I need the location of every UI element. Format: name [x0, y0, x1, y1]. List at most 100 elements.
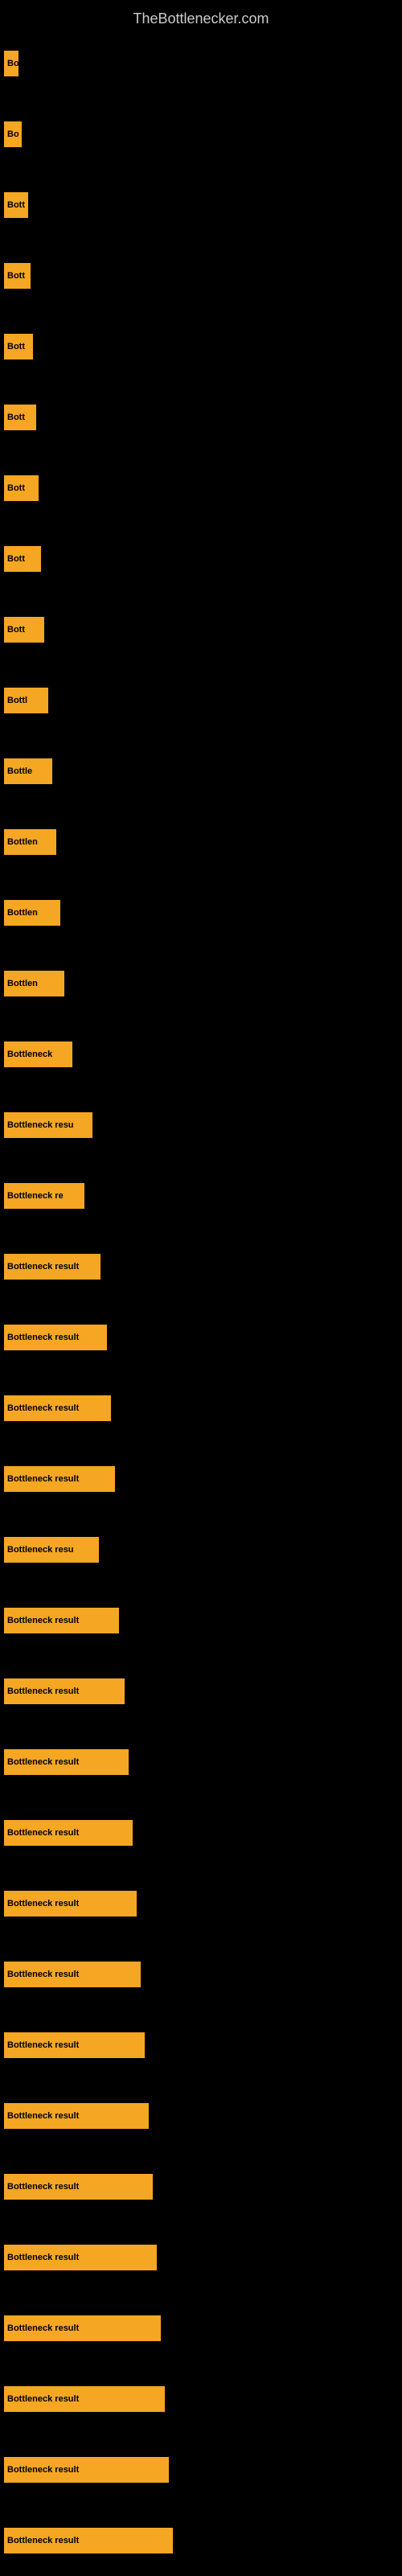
- bar-row-12: Bottlen: [0, 877, 402, 948]
- bar-label-8: Bott: [7, 625, 25, 635]
- bar-row-20: Bottleneck result: [0, 1444, 402, 1514]
- bar-label-10: Bottle: [7, 766, 32, 776]
- bar-row-29: Bottleneck result: [0, 2081, 402, 2151]
- bar-20: Bottleneck result: [4, 1466, 115, 1492]
- bar-label-0: Bo: [7, 59, 18, 68]
- bar-35: Bottleneck result: [4, 2528, 173, 2553]
- bar-18: Bottleneck result: [4, 1325, 107, 1350]
- bar-label-4: Bott: [7, 342, 25, 351]
- bar-label-18: Bottleneck result: [7, 1333, 79, 1342]
- bar-row-17: Bottleneck result: [0, 1231, 402, 1302]
- bar-label-12: Bottlen: [7, 908, 38, 918]
- bar-label-9: Bottl: [7, 696, 27, 705]
- bar-33: Bottleneck result: [4, 2386, 165, 2412]
- bar-row-35: Bottleneck result: [0, 2505, 402, 2576]
- bar-label-35: Bottleneck result: [7, 2536, 79, 2545]
- bar-19: Bottleneck result: [4, 1395, 111, 1421]
- bar-label-23: Bottleneck result: [7, 1687, 79, 1696]
- bar-label-15: Bottleneck resu: [7, 1120, 74, 1130]
- bar-27: Bottleneck result: [4, 1962, 141, 1987]
- bar-row-13: Bottlen: [0, 948, 402, 1019]
- bar-12: Bottlen: [4, 900, 60, 926]
- bar-34: Bottleneck result: [4, 2457, 169, 2483]
- bar-label-17: Bottleneck result: [7, 1262, 79, 1272]
- bar-row-0: Bo: [0, 28, 402, 99]
- bar-label-13: Bottlen: [7, 979, 38, 988]
- bar-row-2: Bott: [0, 170, 402, 240]
- bar-row-33: Bottleneck result: [0, 2364, 402, 2434]
- bar-row-11: Bottlen: [0, 807, 402, 877]
- bar-label-33: Bottleneck result: [7, 2394, 79, 2404]
- bar-label-19: Bottleneck result: [7, 1403, 79, 1413]
- bar-9: Bottl: [4, 688, 48, 713]
- bar-label-24: Bottleneck result: [7, 1757, 79, 1767]
- bar-row-9: Bottl: [0, 665, 402, 736]
- bar-row-31: Bottleneck result: [0, 2222, 402, 2293]
- bar-label-16: Bottleneck re: [7, 1191, 64, 1201]
- bar-8: Bott: [4, 617, 44, 643]
- bar-label-31: Bottleneck result: [7, 2253, 79, 2262]
- bar-14: Bottleneck: [4, 1041, 72, 1067]
- bar-row-25: Bottleneck result: [0, 1797, 402, 1868]
- bar-label-6: Bott: [7, 483, 25, 493]
- bar-row-6: Bott: [0, 453, 402, 524]
- bar-13: Bottlen: [4, 971, 64, 996]
- bar-row-5: Bott: [0, 382, 402, 453]
- bar-row-7: Bott: [0, 524, 402, 594]
- bar-11: Bottlen: [4, 829, 56, 855]
- bar-row-4: Bott: [0, 311, 402, 382]
- bar-7: Bott: [4, 546, 41, 572]
- bar-5: Bott: [4, 405, 36, 430]
- bar-row-32: Bottleneck result: [0, 2293, 402, 2364]
- bar-label-7: Bott: [7, 554, 25, 564]
- bar-row-26: Bottleneck result: [0, 1868, 402, 1939]
- bar-row-24: Bottleneck result: [0, 1727, 402, 1797]
- bar-label-22: Bottleneck result: [7, 1616, 79, 1625]
- bar-31: Bottleneck result: [4, 2245, 157, 2270]
- bar-26: Bottleneck result: [4, 1891, 137, 1917]
- bar-row-15: Bottleneck resu: [0, 1090, 402, 1161]
- bar-15: Bottleneck resu: [4, 1112, 92, 1138]
- bar-label-2: Bott: [7, 200, 25, 210]
- bar-1: Bo: [4, 121, 22, 147]
- bar-row-27: Bottleneck result: [0, 1939, 402, 2010]
- bar-label-29: Bottleneck result: [7, 2111, 79, 2121]
- bar-row-8: Bott: [0, 594, 402, 665]
- bar-32: Bottleneck result: [4, 2315, 161, 2341]
- bar-label-30: Bottleneck result: [7, 2182, 79, 2192]
- bar-row-23: Bottleneck result: [0, 1656, 402, 1727]
- bar-label-25: Bottleneck result: [7, 1828, 79, 1838]
- bar-label-20: Bottleneck result: [7, 1474, 79, 1484]
- bar-25: Bottleneck result: [4, 1820, 133, 1846]
- bar-label-1: Bo: [7, 129, 19, 139]
- bar-21: Bottleneck resu: [4, 1537, 99, 1563]
- bar-6: Bott: [4, 475, 39, 501]
- bar-16: Bottleneck re: [4, 1183, 84, 1209]
- bar-28: Bottleneck result: [4, 2032, 145, 2058]
- bar-row-28: Bottleneck result: [0, 2010, 402, 2081]
- bar-3: Bott: [4, 263, 31, 289]
- bar-row-3: Bott: [0, 240, 402, 311]
- bar-label-32: Bottleneck result: [7, 2323, 79, 2333]
- bar-24: Bottleneck result: [4, 1749, 129, 1775]
- bar-row-10: Bottle: [0, 736, 402, 807]
- bar-row-18: Bottleneck result: [0, 1302, 402, 1373]
- bar-label-11: Bottlen: [7, 837, 38, 847]
- bars-container: Bo Bo Bott Bott Bott Bott Bott Bott Bott Bottl Bot…: [0, 28, 402, 2576]
- bar-label-21: Bottleneck resu: [7, 1545, 74, 1555]
- bar-4: Bott: [4, 334, 33, 359]
- bar-row-30: Bottleneck result: [0, 2151, 402, 2222]
- bar-label-5: Bott: [7, 413, 25, 422]
- bar-label-28: Bottleneck result: [7, 2040, 79, 2050]
- bar-row-16: Bottleneck re: [0, 1161, 402, 1231]
- bar-29: Bottleneck result: [4, 2103, 149, 2129]
- bar-row-14: Bottleneck: [0, 1019, 402, 1090]
- bar-row-21: Bottleneck resu: [0, 1514, 402, 1585]
- bar-label-14: Bottleneck: [7, 1050, 52, 1059]
- bar-label-26: Bottleneck result: [7, 1899, 79, 1908]
- bar-10: Bottle: [4, 758, 52, 784]
- bar-0: Bo: [4, 51, 18, 76]
- bar-17: Bottleneck result: [4, 1254, 100, 1280]
- bar-label-34: Bottleneck result: [7, 2465, 79, 2475]
- bar-label-27: Bottleneck result: [7, 1970, 79, 1979]
